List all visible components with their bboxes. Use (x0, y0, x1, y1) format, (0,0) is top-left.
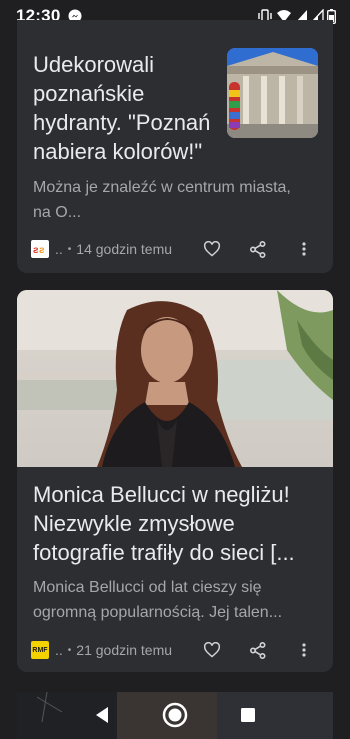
share-button[interactable] (241, 636, 275, 664)
source-name: .. (55, 642, 63, 658)
heart-icon (203, 241, 221, 257)
back-button[interactable] (94, 706, 110, 724)
more-options-button[interactable] (287, 636, 321, 664)
more-options-button[interactable] (287, 235, 321, 263)
share-icon (250, 641, 266, 659)
recents-icon (241, 707, 255, 722)
article-time: 21 godzin temu (76, 642, 173, 658)
article-meta: RMF .. • 21 godzin temu (31, 636, 321, 664)
article-snippet: Można je znaleźć w centrum miasta, na O.… (33, 179, 291, 221)
more-vert-icon (302, 643, 306, 657)
article-time: 14 godzin temu (76, 241, 173, 257)
home-icon (162, 702, 188, 727)
article-card[interactable]: Udekorowali poznańskie hydranty. "Poznań… (17, 20, 333, 273)
separator-dot: • (67, 644, 72, 656)
separator-dot: • (67, 243, 72, 255)
article-title[interactable]: Udekorowali poznańskie hydranty. "Poznań… (33, 50, 223, 166)
source-name: .. (55, 241, 63, 257)
more-vert-icon (302, 242, 306, 256)
share-button[interactable] (241, 235, 275, 263)
source-logo: ƨƨ (31, 240, 49, 258)
recents-button[interactable] (240, 707, 256, 723)
article-card[interactable]: Monica Bellucci w negliżu! Niezwykle zmy… (17, 290, 333, 672)
back-icon (96, 706, 108, 723)
share-icon (250, 240, 266, 258)
like-button[interactable] (195, 235, 229, 263)
article-snippet: Monica Bellucci od lat cieszy się ogromn… (33, 579, 283, 621)
article-thumbnail[interactable] (227, 48, 318, 138)
article-meta: ƨƨ .. • 14 godzin temu (31, 235, 321, 263)
system-navigation-bar (0, 690, 350, 739)
home-button[interactable] (162, 702, 188, 728)
article-image[interactable] (17, 290, 333, 467)
svg-text:ƨ: ƨ (39, 245, 45, 255)
like-button[interactable] (195, 636, 229, 664)
heart-icon (203, 642, 221, 658)
article-title[interactable]: Monica Bellucci w negliżu! Niezwykle zmy… (33, 480, 325, 567)
source-logo: RMF (31, 641, 49, 659)
